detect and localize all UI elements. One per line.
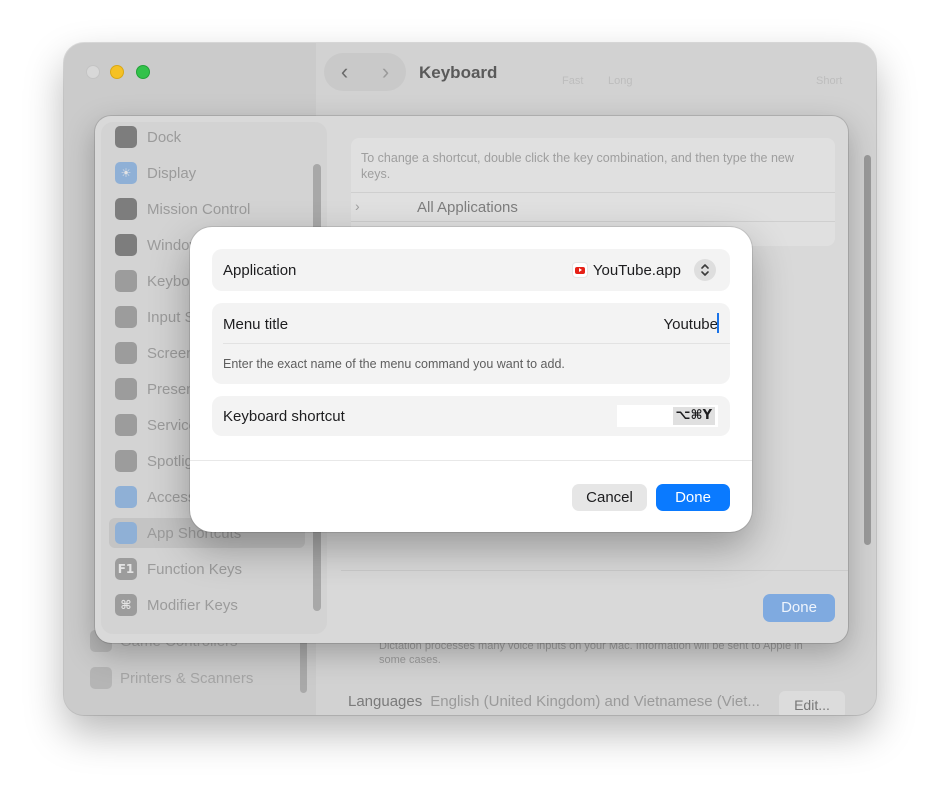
display-brightness-icon: ☀	[115, 162, 137, 184]
dock-icon	[115, 126, 137, 148]
keyboard-icon	[115, 270, 137, 292]
menu-title-hint: Enter the exact name of the menu command…	[223, 357, 565, 371]
languages-edit-button[interactable]: Edit...	[779, 691, 845, 715]
menu-title-label: Menu title	[223, 316, 289, 333]
function-keys-icon: F1	[115, 558, 137, 580]
category-mission-control[interactable]: Mission Control	[109, 194, 305, 224]
category-function-keys[interactable]: F1 Function Keys	[109, 554, 305, 584]
keyboard-shortcut-field[interactable]: ⌥⌘Y	[617, 405, 718, 427]
services-icon	[115, 414, 137, 436]
application-popup[interactable]: YouTube.app	[571, 258, 716, 282]
dictation-note: Dictation processes many voice inputs on…	[379, 640, 803, 666]
menu-title-input[interactable]	[468, 313, 718, 335]
input-sources-icon	[115, 306, 137, 328]
navigation-buttons: ‹ ›	[324, 53, 406, 91]
category-display[interactable]: ☀ Display	[109, 158, 305, 188]
youtube-app-icon	[571, 262, 588, 278]
done-button[interactable]: Done	[656, 484, 730, 511]
shortcut-hint: To change a shortcut, double click the k…	[361, 151, 794, 181]
app-shortcuts-icon	[115, 522, 137, 544]
application-row: Application YouTube.app	[212, 249, 730, 291]
keyboard-shortcut-value: ⌥⌘Y	[672, 407, 715, 425]
chevron-up-down-icon[interactable]	[694, 259, 716, 281]
window-zoom-button[interactable]	[136, 65, 150, 79]
sidebar-item-printers-scanners[interactable]: Printers & Scanners	[90, 666, 253, 690]
sheet-done-button[interactable]: Done	[763, 594, 835, 622]
languages-value: English (United Kingdom) and Vietnamese …	[430, 693, 760, 710]
window-close-button[interactable]	[86, 65, 100, 79]
category-label: Function Keys	[147, 560, 243, 578]
category-modifier-keys[interactable]: ⌘ Modifier Keys	[109, 590, 305, 620]
languages-row: Languages English (United Kingdom) and Vi…	[348, 693, 760, 710]
add-app-shortcut-dialog: Application YouTube.app Menu title Enter…	[190, 227, 752, 532]
category-dock[interactable]: Dock	[109, 122, 305, 152]
windows-icon	[115, 234, 137, 256]
sidebar-item-label: Printers & Scanners	[120, 669, 254, 687]
category-label: Modifier Keys	[147, 596, 238, 614]
key-repeat-fast-label: Fast	[562, 75, 584, 87]
application-value: YouTube.app	[592, 261, 681, 279]
text-cursor	[717, 313, 719, 333]
forward-button[interactable]: ›	[365, 53, 406, 91]
presenter-overlay-icon	[115, 378, 137, 400]
category-label: Dock	[147, 128, 182, 146]
delay-short-label: Short	[816, 75, 843, 87]
screenshot-icon	[115, 342, 137, 364]
application-label: Application	[223, 262, 297, 279]
window-minimize-button[interactable]	[110, 65, 124, 79]
chevron-right-icon[interactable]: ›	[355, 198, 360, 214]
keyboard-shortcut-label: Keyboard shortcut	[223, 408, 345, 425]
sheet-divider	[341, 570, 848, 571]
chevron-right-icon: ›	[381, 59, 390, 84]
category-label: Mission Control	[147, 200, 251, 218]
modifier-keys-icon: ⌘	[115, 594, 137, 616]
accessibility-icon	[115, 486, 137, 508]
window-title: Keyboard	[419, 63, 498, 82]
main-scrollbar[interactable]	[864, 155, 871, 545]
category-label: Display	[147, 164, 197, 182]
dialog-divider	[190, 460, 752, 461]
languages-label: Languages	[348, 693, 423, 710]
printer-icon	[90, 667, 112, 689]
chevron-left-icon: ‹	[340, 59, 349, 84]
menu-title-separator	[223, 343, 730, 344]
cancel-button[interactable]: Cancel	[572, 484, 647, 511]
back-button[interactable]: ‹	[324, 53, 365, 91]
all-applications-label: All Applications	[417, 199, 518, 216]
mission-control-icon	[115, 198, 137, 220]
menu-title-group: Menu title Enter the exact name of the m…	[212, 303, 730, 384]
keyboard-shortcut-row: Keyboard shortcut ⌥⌘Y	[212, 396, 730, 436]
spotlight-icon	[115, 450, 137, 472]
delay-long-label: Long	[608, 75, 633, 87]
